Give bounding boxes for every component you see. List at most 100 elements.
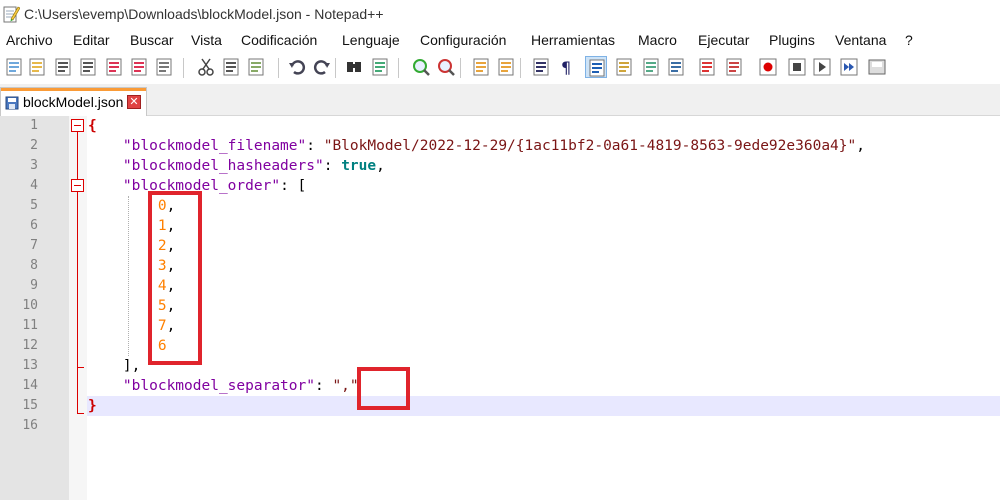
copy-icon[interactable] — [220, 56, 242, 78]
menu-help[interactable]: ? — [905, 32, 913, 48]
code-token-p — [88, 378, 123, 394]
line-number: 4 — [30, 178, 38, 193]
tab-label: blockModel.json — [23, 94, 124, 110]
menu-archivo[interactable]: Archivo — [6, 32, 53, 48]
code-token-k: "blockmodel_filename" — [122, 138, 307, 154]
replace-icon[interactable] — [369, 56, 391, 78]
menu-plugins[interactable]: Plugins — [769, 32, 815, 48]
print-icon[interactable] — [153, 56, 175, 78]
monitoring-icon[interactable] — [723, 56, 745, 78]
undo-icon[interactable] — [286, 56, 308, 78]
code-token-s: "," — [332, 378, 359, 394]
line-number: 16 — [22, 418, 38, 433]
title-bar: C:\Users\evemp\Downloads\blockModel.json… — [0, 0, 1000, 30]
menu-buscar[interactable]: Buscar — [130, 32, 174, 48]
indent-guide-icon[interactable] — [585, 56, 607, 78]
code-line: { — [88, 116, 97, 136]
zoom-in-icon[interactable] — [410, 56, 432, 78]
fold-line — [77, 130, 78, 413]
current-line-highlight — [87, 396, 1000, 416]
toolbar-separator — [335, 58, 336, 78]
code-line: ], — [88, 356, 140, 376]
record-macro-icon[interactable] — [757, 56, 779, 78]
save-all-icon[interactable] — [77, 56, 99, 78]
code-token-brace: { — [88, 118, 97, 134]
line-number: 8 — [30, 258, 38, 273]
sync-vertical-icon[interactable] — [470, 56, 492, 78]
document-map-icon[interactable] — [640, 56, 662, 78]
menu-bar: Archivo Editar Buscar Vista Codificación Leng… — [0, 30, 1000, 52]
code-line: } — [88, 396, 97, 416]
menu-editar[interactable]: Editar — [73, 32, 110, 48]
code-token-s: "BlokModel/2022-12-29/{1ac11bf2-0a61-481… — [323, 138, 857, 154]
code-token-p: : — [314, 378, 333, 394]
code-token-brace: } — [88, 398, 97, 414]
open-file-icon[interactable] — [26, 56, 48, 78]
indent-guide — [128, 196, 129, 356]
play-macro-icon[interactable] — [811, 56, 833, 78]
toolbar-separator — [520, 58, 521, 78]
code-token-k: "blockmodel_separator" — [122, 378, 315, 394]
menu-configuraci-n[interactable]: Configuración — [420, 32, 506, 48]
menu-lenguaje[interactable]: Lenguaje — [342, 32, 400, 48]
code-token-p: , — [856, 138, 865, 154]
tab-bar: blockModel.json ✕ — [0, 84, 1000, 116]
redo-icon[interactable] — [311, 56, 333, 78]
fold-end-marker — [77, 413, 84, 414]
code-line: "blockmodel_separator": "," — [88, 376, 359, 396]
code-token-p: : — [306, 138, 324, 154]
toolbar: ¶ — [0, 52, 1000, 84]
code-token-p — [88, 178, 123, 194]
close-icon[interactable] — [103, 56, 125, 78]
notepad-plus-plus-icon — [3, 6, 20, 23]
line-number: 2 — [30, 138, 38, 153]
annotation-box-order-values — [148, 191, 202, 365]
saved-file-icon — [5, 96, 19, 110]
line-number: 13 — [22, 358, 38, 373]
function-list-icon[interactable] — [665, 56, 687, 78]
code-token-p: : — [323, 158, 342, 174]
menu-macro[interactable]: Macro — [638, 32, 677, 48]
save-icon[interactable] — [52, 56, 74, 78]
sync-horizontal-icon[interactable] — [495, 56, 517, 78]
tab-blockmodel-json[interactable]: blockModel.json ✕ — [0, 87, 147, 116]
line-number-margin: 1 2 3 4 5 6 7 8 9 10 11 12 13 14 15 16 — [0, 116, 69, 500]
close-all-icon[interactable] — [128, 56, 150, 78]
menu-codificaci-n[interactable]: Codificación — [241, 32, 317, 48]
code-token-p: : [ — [280, 178, 307, 194]
menu-herramientas[interactable]: Herramientas — [531, 32, 615, 48]
fold-margin — [69, 116, 87, 500]
show-all-chars-icon[interactable]: ¶ — [556, 56, 578, 78]
user-defined-language-icon[interactable] — [613, 56, 635, 78]
new-file-icon[interactable] — [3, 56, 25, 78]
folder-as-workspace-icon[interactable] — [696, 56, 718, 78]
window-title: C:\Users\evemp\Downloads\blockModel.json… — [24, 6, 384, 22]
word-wrap-icon[interactable] — [530, 56, 552, 78]
menu-ejecutar[interactable]: Ejecutar — [698, 32, 749, 48]
toolbar-separator — [183, 58, 184, 78]
find-icon[interactable] — [343, 56, 365, 78]
code-token-k: "blockmodel_hasheaders" — [122, 158, 324, 174]
toolbar-separator — [278, 58, 279, 78]
code-token-p: , — [376, 158, 385, 174]
close-tab-icon[interactable]: ✕ — [127, 95, 141, 109]
fold-collapse-icon[interactable] — [71, 179, 84, 192]
cut-icon[interactable] — [195, 56, 217, 78]
svg-text:¶: ¶ — [561, 58, 571, 77]
run-macro-multiple-icon[interactable] — [838, 56, 860, 78]
fold-collapse-icon[interactable] — [71, 119, 84, 132]
zoom-out-icon[interactable] — [435, 56, 457, 78]
menu-vista[interactable]: Vista — [191, 32, 222, 48]
stop-macro-icon[interactable] — [786, 56, 808, 78]
code-token-p: ], — [88, 358, 141, 374]
menu-ventana[interactable]: Ventana — [835, 32, 886, 48]
line-number: 1 — [30, 118, 38, 133]
active-tab-indicator — [1, 88, 146, 91]
paste-icon[interactable] — [245, 56, 267, 78]
line-number: 11 — [22, 318, 38, 333]
line-number: 10 — [22, 298, 38, 313]
line-number: 6 — [30, 218, 38, 233]
editor-area[interactable]: 1 2 3 4 5 6 7 8 9 10 11 12 13 14 15 16 { "blockmodel_fi… — [0, 116, 1000, 500]
save-macro-icon[interactable] — [866, 56, 888, 78]
line-number: 3 — [30, 158, 38, 173]
